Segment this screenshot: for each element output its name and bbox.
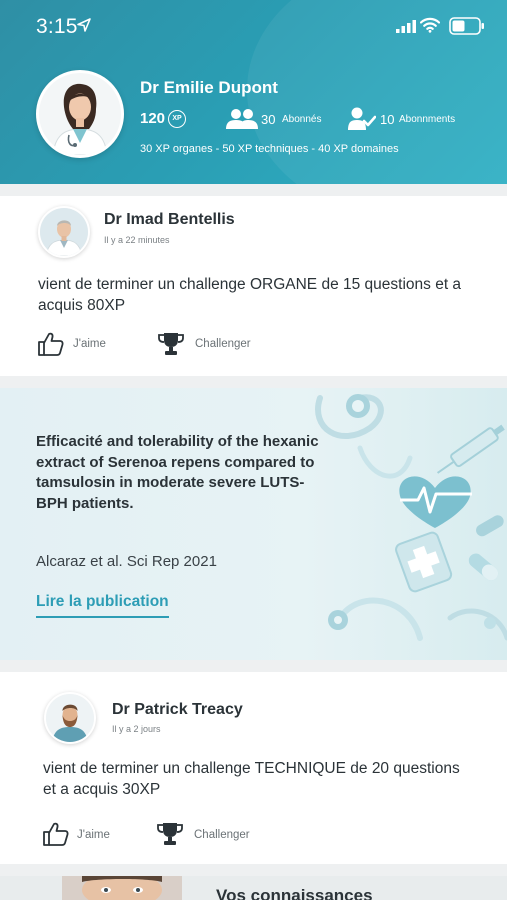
profile-header: 3:15 Dr Emilie Dupont 120 XP 30 Abonnés … (0, 0, 507, 184)
doctor-avatar-icon (40, 208, 88, 256)
following-label[interactable]: Abonnments (399, 114, 455, 125)
post-text: vient de terminer un challenge ORGANE de… (38, 276, 462, 314)
publication-citation: Alcaraz et al. Sci Rep 2021 (36, 553, 217, 570)
profile-avatar[interactable] (36, 70, 124, 158)
xp-breakdown: 30 XP organes - 50 XP techniques - 40 XP… (140, 143, 399, 155)
xp-badge-icon: XP (168, 110, 186, 128)
location-arrow-icon (77, 18, 91, 32)
feed-card: Dr Imad Bentellis Il y a 22 minutes vien… (0, 196, 507, 376)
followers-count[interactable]: 30 (261, 112, 275, 127)
like-button[interactable]: J'aime (73, 338, 106, 350)
person-photo-icon (62, 876, 182, 900)
like-icon[interactable] (38, 332, 64, 356)
knowledge-card-title: Vos connaissances (216, 886, 373, 900)
avatar[interactable] (38, 206, 90, 258)
xp-value: 120 (140, 110, 166, 127)
avatar[interactable] (44, 692, 96, 744)
wifi-icon (420, 17, 440, 33)
author-name[interactable]: Dr Imad Bentellis (104, 211, 235, 229)
medical-illustration-icon (315, 394, 507, 641)
publication-title: Efficacité and tolerability of the hexan… (36, 433, 319, 512)
signal-icon (396, 20, 416, 33)
like-button[interactable]: J'aime (77, 829, 110, 841)
status-time: 3:15 (36, 15, 78, 38)
challenger-button[interactable]: Challenger (194, 829, 250, 841)
trophy-icon[interactable] (157, 822, 183, 846)
profile-stats: 120 XP 30 Abonnés 10 Abonnments (140, 107, 500, 130)
trophy-icon[interactable] (158, 332, 184, 356)
challenger-button[interactable]: Challenger (195, 338, 251, 350)
following-icon (348, 107, 376, 130)
feed-card: Dr Patrick Treacy Il y a 2 jours vient d… (0, 672, 507, 864)
doctor-avatar-icon (46, 694, 94, 742)
read-publication-link[interactable]: Lire la publication (36, 593, 169, 618)
author-name[interactable]: Dr Patrick Treacy (112, 701, 243, 719)
post-time: Il y a 2 jours (112, 724, 161, 734)
doctor-portrait-icon (39, 73, 121, 155)
followers-icon (226, 109, 258, 129)
knowledge-card[interactable]: Vos connaissances (0, 876, 507, 900)
publication-card: Efficacité and tolerability of the hexan… (0, 388, 507, 660)
post-time: Il y a 22 minutes (104, 235, 170, 245)
battery-icon (449, 17, 484, 35)
like-icon[interactable] (43, 822, 69, 846)
profile-name: Dr Emilie Dupont (140, 78, 278, 97)
post-text: vient de terminer un challenge TECHNIQUE… (43, 760, 460, 798)
followers-label[interactable]: Abonnés (282, 114, 321, 125)
following-count[interactable]: 10 (380, 112, 394, 127)
status-bar: 3:15 (0, 0, 507, 52)
